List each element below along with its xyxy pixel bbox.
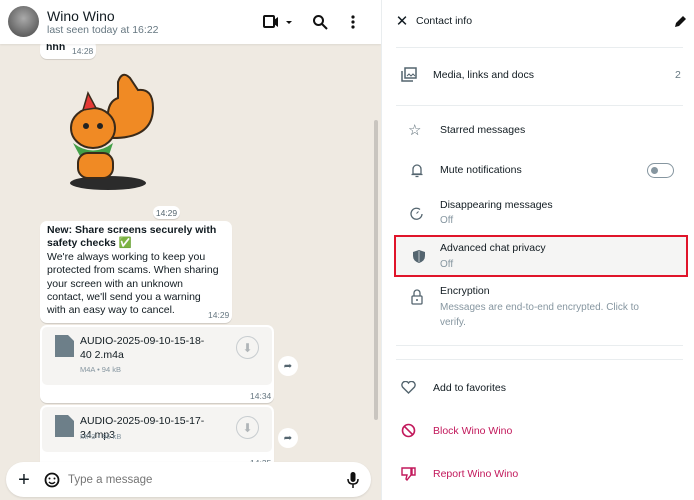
download-icon: ⬇ bbox=[242, 420, 253, 435]
chat-panel: Wino Wino last seen today at 16:22 hhh 1… bbox=[0, 0, 381, 500]
voice-button[interactable] bbox=[344, 470, 362, 490]
encryption[interactable]: Encryption Messages are end-to-end encry… bbox=[382, 283, 694, 333]
avatar[interactable] bbox=[8, 6, 39, 37]
date-chip: 14:29 bbox=[153, 206, 180, 219]
forward-icon: ➦ bbox=[283, 360, 293, 372]
block-icon bbox=[401, 423, 416, 438]
forward-button[interactable]: ➦ bbox=[278, 356, 298, 376]
menu-button[interactable] bbox=[345, 12, 361, 32]
sticker-cat-thumbs-up[interactable] bbox=[58, 68, 168, 193]
file-icon bbox=[55, 335, 74, 357]
plus-icon: + bbox=[18, 468, 30, 491]
thumbs-down-icon bbox=[401, 467, 416, 481]
close-button[interactable]: ✕ bbox=[394, 13, 410, 30]
scrollbar[interactable] bbox=[374, 120, 378, 420]
block-contact[interactable]: Block Wino Wino bbox=[382, 419, 694, 443]
file-card[interactable]: AUDIO-2025-09-10-15-17-34.mp3 MP3 • 96 k… bbox=[42, 407, 272, 452]
message-input[interactable] bbox=[68, 470, 338, 490]
report-contact[interactable]: Report Wino Wino bbox=[382, 462, 694, 486]
contact-name[interactable]: Wino Wino bbox=[47, 8, 115, 24]
timer-icon bbox=[410, 207, 423, 220]
microphone-icon bbox=[347, 472, 359, 488]
lock-icon bbox=[411, 289, 423, 305]
chat-header: Wino Wino last seen today at 16:22 bbox=[0, 0, 381, 44]
forward-button[interactable]: ➦ bbox=[278, 428, 298, 448]
mute-toggle[interactable] bbox=[647, 163, 674, 178]
add-to-favorites[interactable]: Add to favorites bbox=[382, 376, 694, 400]
disappearing-messages[interactable]: Disappearing messages Off bbox=[382, 196, 694, 230]
video-call-button[interactable] bbox=[261, 12, 293, 32]
panel-title: Contact info bbox=[416, 15, 473, 27]
file-message: AUDIO-2025-09-10-15-18-40 2.m4a M4A • 94… bbox=[40, 325, 274, 403]
pencil-icon bbox=[674, 15, 686, 27]
media-links-docs[interactable]: Media, links and docs 2 bbox=[382, 62, 694, 90]
mute-notifications: Mute notifications bbox=[382, 158, 694, 184]
sticker-button[interactable] bbox=[42, 470, 62, 490]
message-bubble: New: Share screens securely with safety … bbox=[40, 221, 232, 323]
attach-button[interactable]: + bbox=[14, 468, 34, 491]
bell-icon bbox=[411, 164, 423, 178]
shield-icon bbox=[413, 250, 425, 263]
search-icon bbox=[313, 15, 328, 30]
download-button[interactable]: ⬇ bbox=[236, 416, 259, 439]
download-button[interactable]: ⬇ bbox=[236, 336, 259, 359]
sticker-icon bbox=[44, 472, 60, 488]
starred-messages[interactable]: ☆ Starred messages bbox=[382, 118, 694, 144]
star-icon: ☆ bbox=[408, 122, 422, 139]
contact-info-panel: ✕ Contact info Media, links and docs 2 ☆… bbox=[381, 0, 694, 500]
heart-icon bbox=[401, 381, 416, 394]
forward-icon: ➦ bbox=[283, 432, 293, 444]
file-card[interactable]: AUDIO-2025-09-10-15-18-40 2.m4a M4A • 94… bbox=[42, 327, 272, 385]
video-camera-icon bbox=[263, 15, 292, 28]
search-button[interactable] bbox=[310, 12, 330, 32]
file-icon bbox=[55, 415, 74, 437]
advanced-chat-privacy[interactable]: Advanced chat privacy Off bbox=[394, 235, 688, 277]
media-gallery-icon bbox=[401, 67, 417, 82]
edit-button[interactable] bbox=[672, 12, 688, 30]
download-icon: ⬇ bbox=[242, 340, 253, 355]
more-vertical-icon bbox=[351, 15, 355, 29]
composer: + bbox=[6, 462, 371, 497]
close-icon: ✕ bbox=[395, 13, 409, 30]
last-seen: last seen today at 16:22 bbox=[47, 24, 159, 36]
